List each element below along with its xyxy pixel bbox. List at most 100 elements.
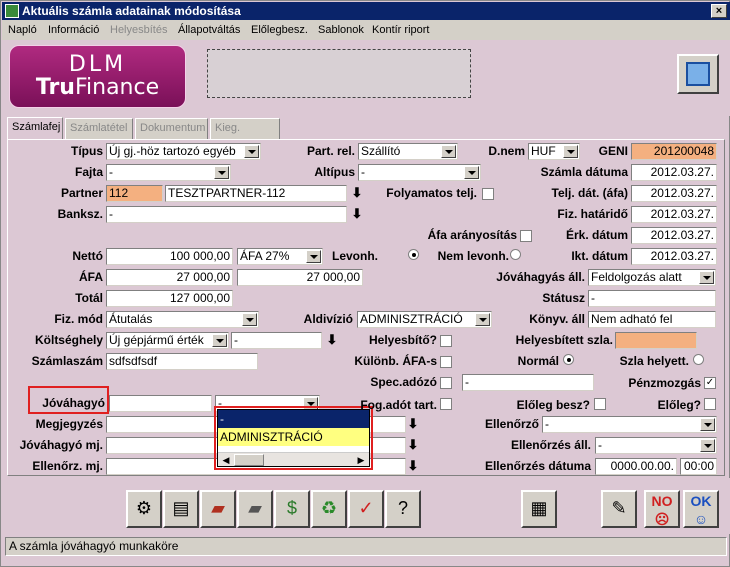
menu-allapotvaltas[interactable]: Állapotváltás bbox=[178, 24, 240, 36]
no-button[interactable]: NO ☹ bbox=[644, 490, 680, 528]
total-input[interactable]: 127 000,00 bbox=[106, 290, 233, 307]
fizmod-select[interactable]: Átutalás bbox=[106, 311, 259, 328]
highlight-jovahagyo bbox=[28, 386, 109, 414]
car-icon-button[interactable]: ▰ bbox=[200, 490, 236, 528]
recycle-folder-icon-button[interactable]: ♻ bbox=[311, 490, 347, 528]
document-question-icon-button[interactable]: ? bbox=[385, 490, 421, 528]
fajta-select[interactable]: - bbox=[106, 164, 231, 181]
fordadot-checkbox[interactable] bbox=[440, 398, 452, 410]
down-arrow-icon[interactable]: ⬇ bbox=[350, 185, 364, 201]
chevron-down-icon[interactable] bbox=[464, 166, 479, 179]
spec-checkbox[interactable] bbox=[440, 377, 452, 389]
label-ikt-datum: Ikt. dátum bbox=[571, 249, 628, 263]
tab-szamlatetel[interactable]: Számlatétel bbox=[65, 118, 133, 139]
pen-icon-button[interactable]: ✎ bbox=[601, 490, 637, 528]
menu-kontir[interactable]: Kontír riport bbox=[372, 24, 429, 36]
ikt-datum-input[interactable]: 2012.03.27. bbox=[631, 248, 717, 265]
menu-sablonok[interactable]: Sablonok bbox=[318, 24, 364, 36]
eloleg-besz-checkbox[interactable] bbox=[594, 398, 606, 410]
ellenorzes-datum-input[interactable]: 0000.00.00. bbox=[595, 458, 677, 475]
telj-dat-input[interactable]: 2012.03.27. bbox=[631, 185, 717, 202]
szla-helyett-radio[interactable] bbox=[693, 354, 704, 365]
eloleg-checkbox[interactable] bbox=[704, 398, 716, 410]
menu-eloleg[interactable]: Előlegbesz. bbox=[251, 24, 308, 36]
chevron-down-icon[interactable] bbox=[699, 271, 714, 284]
label-folyamatos: Folyamatos telj. bbox=[386, 186, 477, 200]
down-arrow-icon[interactable]: ⬇ bbox=[406, 416, 420, 432]
tax-money-icon-button[interactable]: $ bbox=[274, 490, 310, 528]
ellenorzo-select[interactable]: - bbox=[542, 416, 717, 433]
close-button[interactable]: × bbox=[711, 4, 727, 18]
label-statusz: Státusz bbox=[542, 291, 585, 305]
spec-input[interactable]: - bbox=[462, 374, 594, 391]
ok-button[interactable]: OK ☺ bbox=[683, 490, 719, 528]
chevron-down-icon[interactable] bbox=[244, 145, 259, 158]
chevron-down-icon[interactable] bbox=[212, 334, 227, 347]
kulonb-checkbox[interactable] bbox=[440, 356, 452, 368]
partner-code-input[interactable]: 112 bbox=[106, 185, 163, 202]
szamlaszam-input[interactable]: sdfsdfsdf bbox=[106, 353, 258, 370]
chevron-down-icon[interactable] bbox=[700, 418, 715, 431]
chevron-down-icon[interactable] bbox=[214, 166, 229, 179]
tax-money-icon: $ bbox=[286, 498, 297, 518]
helyesbitett-input[interactable] bbox=[615, 332, 697, 349]
chevron-down-icon[interactable] bbox=[306, 250, 321, 263]
tab-szamlafej[interactable]: Számlafej bbox=[7, 117, 63, 140]
normal-radio[interactable] bbox=[563, 354, 574, 365]
levonh-radio[interactable] bbox=[408, 249, 419, 260]
dnem-select[interactable]: HUF bbox=[528, 143, 580, 160]
chevron-down-icon[interactable] bbox=[441, 145, 456, 158]
statusz-input[interactable]: - bbox=[588, 290, 716, 307]
fiz-hatarido-input[interactable]: 2012.03.27. bbox=[631, 206, 717, 223]
cars-icon-button[interactable]: ▰ bbox=[237, 490, 273, 528]
down-arrow-icon[interactable]: ⬇ bbox=[350, 206, 364, 222]
gears-icon-button[interactable]: ⚙ bbox=[126, 490, 162, 528]
chevron-down-icon[interactable] bbox=[242, 313, 257, 326]
koltseghely-select[interactable]: Új gépjármű érték bbox=[106, 332, 229, 349]
main-window: Aktuális számla adatainak módosítása × N… bbox=[0, 0, 730, 567]
pen-icon: ✎ bbox=[611, 498, 627, 518]
menu-informacio[interactable]: Információ bbox=[48, 24, 99, 36]
tab-kieg-adatok[interactable]: Kieg. adatok bbox=[210, 118, 280, 152]
label-szamlaszam: Számlaszám bbox=[31, 354, 103, 368]
down-arrow-icon[interactable]: ⬇ bbox=[406, 437, 420, 453]
aldivizio-select[interactable]: ADMINISZTRÁCIÓ bbox=[357, 311, 492, 328]
checkmark-document-icon-button[interactable]: ✓ bbox=[348, 490, 384, 528]
chevron-down-icon[interactable] bbox=[700, 439, 715, 452]
ellenorzes-ido-input[interactable]: 00:00 bbox=[680, 458, 717, 475]
documents-icon-button[interactable]: ▤ bbox=[163, 490, 199, 528]
edit-icon-button[interactable] bbox=[677, 54, 719, 94]
afa-kulcs-select[interactable]: ÁFA 27% bbox=[237, 248, 323, 265]
chevron-down-icon[interactable] bbox=[563, 145, 578, 158]
down-arrow-icon[interactable]: ⬇ bbox=[406, 458, 420, 474]
afa-input[interactable]: 27 000,00 bbox=[106, 269, 233, 286]
jovahagyo-input[interactable] bbox=[109, 395, 212, 412]
jovahagyas-all-select[interactable]: Feldolgozás alatt bbox=[588, 269, 716, 286]
menu-bar: Napló Információ Helyesbítés Állapotvált… bbox=[2, 20, 730, 40]
down-arrow-icon[interactable]: ⬇ bbox=[325, 332, 339, 348]
altipus-select[interactable]: - bbox=[358, 164, 481, 181]
penzmozgas-checkbox[interactable]: ✓ bbox=[704, 377, 716, 389]
label-tipus: Típus bbox=[71, 144, 103, 158]
netto-input[interactable]: 100 000,00 bbox=[106, 248, 233, 265]
menu-naplo[interactable]: Napló bbox=[8, 24, 37, 36]
afa2-input[interactable]: 27 000,00 bbox=[237, 269, 363, 286]
konyv-all-input[interactable]: Nem adható fel bbox=[588, 311, 716, 328]
partner-name-input[interactable]: TESZTPARTNER-112 bbox=[165, 185, 347, 202]
helyesbito-checkbox[interactable] bbox=[440, 335, 452, 347]
geni-input[interactable]: 201200048 bbox=[631, 143, 717, 160]
afa-aranyositas-checkbox[interactable] bbox=[520, 230, 532, 242]
szamla-datuma-input[interactable]: 2012.03.27. bbox=[631, 164, 717, 181]
tipus-select[interactable]: Új gj.-höz tartozó egyéb bbox=[106, 143, 261, 160]
chevron-down-icon[interactable] bbox=[475, 313, 490, 326]
tab-dokumentum[interactable]: Dokumentum bbox=[135, 118, 208, 139]
partrel-select[interactable]: Szállító bbox=[358, 143, 458, 160]
label-ellenorzo: Ellenőrző bbox=[484, 417, 539, 431]
erk-datum-input[interactable]: 2012.03.27. bbox=[631, 227, 717, 244]
koltseghely2-input[interactable]: - bbox=[231, 332, 322, 349]
banksz-input[interactable]: - bbox=[106, 206, 347, 223]
folyamatos-checkbox[interactable] bbox=[482, 188, 494, 200]
print-preview-icon-button[interactable]: ▦ bbox=[521, 490, 557, 528]
nemlevonh-radio[interactable] bbox=[510, 249, 521, 260]
ellenorzes-all-select[interactable]: - bbox=[595, 437, 717, 454]
